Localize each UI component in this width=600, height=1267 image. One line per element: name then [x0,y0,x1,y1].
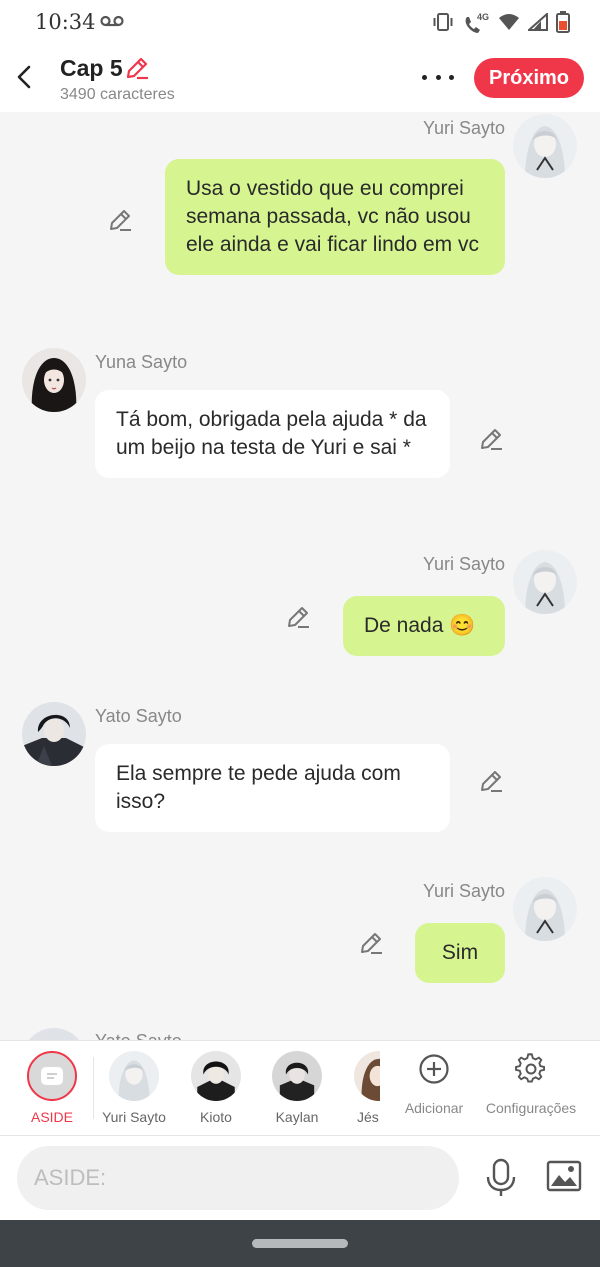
character-kioto[interactable]: Kioto [176,1051,256,1125]
wifi-icon [498,13,520,36]
back-arrow-icon [17,65,31,89]
status-time: 10:34 [35,10,96,34]
pencil-icon[interactable] [124,55,150,86]
message-bubble[interactable]: Ela sempre te pede ajuda com isso? [95,744,450,832]
image-icon[interactable] [546,1160,582,1197]
message-bubble[interactable]: Tá bom, obrigada pela ajuda * da um beij… [95,390,450,478]
message-bubble[interactable]: Usa o vestido que eu comprei semana pass… [165,159,505,275]
avatar[interactable] [513,114,577,178]
add-character-button[interactable]: Adicionar [400,1053,468,1116]
status-icons: 4G [432,11,570,38]
settings-button[interactable]: Configurações [484,1053,578,1116]
avatar[interactable] [22,702,86,766]
character-label: ASIDE [30,1109,73,1125]
vibrate-icon [432,13,454,36]
sender-name: Yuri Sayto [422,118,505,138]
aside-icon [27,1051,77,1101]
character-kaylan[interactable]: Kaylan [257,1051,337,1125]
network-type-label: 4G [477,11,490,22]
avatar [109,1051,159,1101]
avatar [354,1051,380,1101]
voicemail-icon [100,14,124,33]
back-button[interactable] [10,62,38,92]
character-label: Jés [357,1109,379,1125]
message-bubble[interactable]: De nada 😊 [343,596,505,656]
avatar [191,1051,241,1101]
character-bar: ASIDE Yuri Sayto Kioto Kaylan Jés Adicio… [0,1040,600,1136]
message-bubble[interactable]: Sim [415,923,505,983]
character-label: Yuri Sayto [102,1109,166,1125]
pencil-icon[interactable] [478,426,504,452]
character-yuri[interactable]: Yuri Sayto [94,1051,174,1125]
sender-name: Yuri Sayto [422,881,505,901]
avatar [272,1051,322,1101]
add-label: Adicionar [404,1100,464,1116]
avatar[interactable] [513,550,577,614]
input-bar [0,1136,600,1220]
pencil-icon[interactable] [107,207,133,233]
status-bar: 10:34 4G [0,0,600,46]
add-icon [419,1054,449,1084]
gear-icon [515,1053,546,1083]
avatar[interactable] [22,1028,86,1040]
avatar[interactable] [513,877,577,941]
character-label: Kioto [200,1109,232,1125]
character-aside[interactable]: ASIDE [12,1051,92,1125]
chapter-header: Cap 5 3490 caracteres Próximo [0,46,600,112]
message-input[interactable] [17,1146,459,1210]
char-count: 3490 caracteres [60,86,175,103]
more-button[interactable] [418,65,458,89]
signal-icon [526,11,548,36]
wifi-calling-icon: 4G [462,11,490,36]
sender-name: Yato Sayto [95,1031,182,1040]
pencil-icon[interactable] [358,930,384,956]
home-handle[interactable] [252,1239,348,1248]
character-jes[interactable]: Jés [348,1051,380,1125]
avatar[interactable] [22,348,86,412]
battery-icon [556,11,570,38]
settings-label: Configurações [485,1100,577,1116]
system-nav-bar [0,1220,600,1267]
more-icon [422,74,454,80]
pencil-icon[interactable] [285,604,311,630]
pencil-icon[interactable] [478,768,504,794]
character-label: Kaylan [275,1109,319,1125]
next-button[interactable]: Próximo [474,58,584,98]
sender-name: Yuri Sayto [422,554,505,574]
mic-icon[interactable] [484,1158,518,1203]
chat-area[interactable]: Yuri Sayto Usa o vestido que eu comprei … [0,112,600,1040]
chapter-title[interactable]: Cap 5 [60,55,123,82]
sender-name: Yuna Sayto [95,352,188,372]
sender-name: Yato Sayto [95,706,182,726]
